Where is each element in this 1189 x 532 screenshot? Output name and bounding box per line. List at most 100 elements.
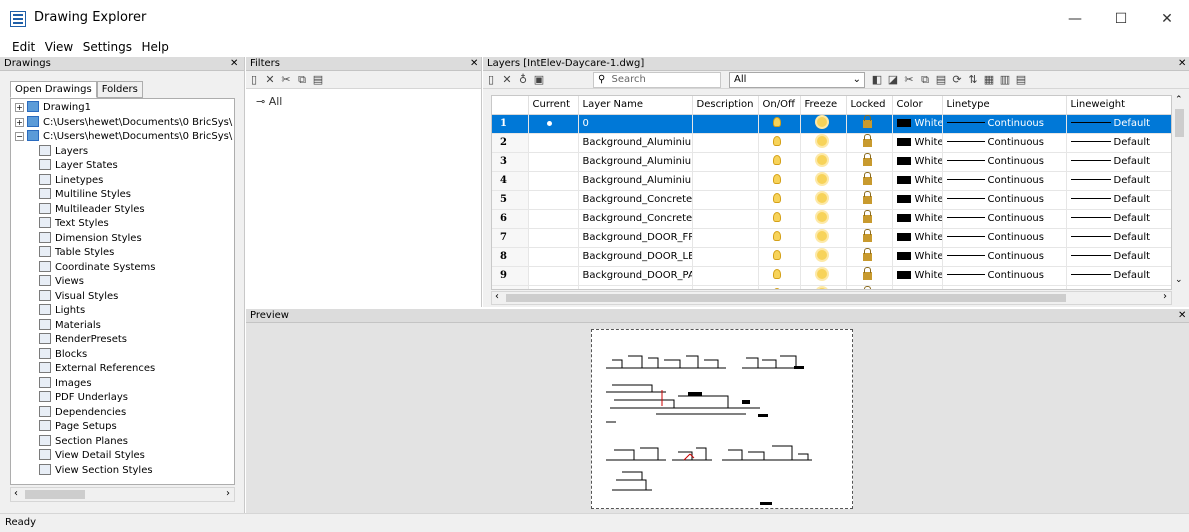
column-header[interactable]: Lineweight [1066,96,1171,115]
expand-icon[interactable]: + [15,117,24,127]
scroll-left-icon[interactable]: ‹ [495,291,499,302]
linetype-cell[interactable]: Continuous [942,133,1067,153]
current-cell[interactable] [528,209,579,229]
lineweight-cell[interactable]: Default [1066,133,1171,153]
freeze-cell[interactable] [800,171,847,191]
linetype-cell[interactable]: Continuous [942,228,1067,248]
locked-cell[interactable] [846,266,893,286]
columns-icon[interactable]: ▥ [998,73,1012,87]
on-off-cell[interactable] [758,152,801,172]
freeze-cell[interactable] [800,266,847,286]
table-row[interactable]: 7 Background_DOOR_FRAME White Continuous Def… [492,228,1171,248]
scroll-thumb[interactable] [506,294,1066,302]
new-filter-icon[interactable]: ▯ [247,73,261,87]
lineweight-cell[interactable]: Default [1066,247,1171,267]
tree-item[interactable]: View Detail Styles [39,449,145,463]
lineweight-cell[interactable]: Default [1066,209,1171,229]
tree-item[interactable]: PDF Underlays [39,391,128,405]
sun-icon[interactable] [816,174,827,184]
lock-icon[interactable] [862,248,872,261]
lock-icon[interactable] [862,229,872,242]
tree-item[interactable]: External References [39,362,155,376]
sun-icon[interactable] [816,117,827,127]
row-number[interactable]: 3 [492,152,529,172]
on-off-cell[interactable] [758,114,801,134]
lightbulb-icon[interactable] [772,212,781,222]
locked-cell[interactable] [846,190,893,210]
tree-item[interactable]: Images [39,376,92,391]
row-number[interactable]: 2 [492,133,529,153]
description-cell[interactable] [692,133,759,153]
column-header[interactable]: Description [692,96,759,115]
lineweight-cell[interactable]: Default [1066,285,1171,289]
color-cell[interactable]: White [892,247,943,267]
color-cell[interactable]: White [892,228,943,248]
column-header[interactable]: Locked [846,96,893,115]
lock-icon[interactable] [862,267,872,280]
description-cell[interactable] [692,285,759,289]
tree-item[interactable]: View Section Styles [39,463,153,478]
sun-icon[interactable] [816,269,827,279]
description-cell[interactable] [692,209,759,229]
lightbulb-icon[interactable] [772,155,781,165]
locked-cell[interactable] [846,285,893,289]
tree-item[interactable]: Page Setups [39,420,117,434]
lightbulb-icon[interactable] [772,193,781,203]
tree-item[interactable]: Table Styles [39,246,114,260]
tab-folders[interactable]: Folders [96,81,143,98]
lock-icon[interactable] [862,153,872,166]
maximize-button[interactable]: ☐ [1098,6,1144,32]
sun-icon[interactable] [816,193,827,203]
locked-cell[interactable] [846,152,893,172]
filter-tree-root[interactable]: ⊸ All [256,95,282,108]
lightbulb-icon[interactable] [772,174,781,184]
table-row[interactable]: 5 Background_Concrete_ Precast White Contin… [492,190,1171,210]
current-cell[interactable] [528,247,579,267]
freeze-cell[interactable] [800,190,847,210]
row-number[interactable]: 6 [492,209,529,229]
column-header[interactable]: Freeze [800,96,847,115]
current-cell[interactable] [528,133,579,153]
menu-settings[interactable]: Settings [80,38,135,56]
scroll-up-icon[interactable]: ⌃ [1175,95,1183,105]
layer-name-cell[interactable]: Background_Concrete_ Precast [578,190,693,210]
locked-cell[interactable] [846,247,893,267]
color-cell[interactable]: White [892,209,943,229]
lineweight-cell[interactable]: Default [1066,228,1171,248]
column-header[interactable]: On/Off [758,96,801,115]
scroll-right-icon[interactable]: › [1163,291,1167,302]
color-cell[interactable]: White [892,285,943,289]
delete-layer-icon[interactable]: ✕ [500,73,514,87]
table-row[interactable]: 10 Background_GLASS White Continuous Default [492,285,1171,289]
lock-icon[interactable] [862,191,872,204]
current-cell[interactable] [528,266,579,286]
on-off-cell[interactable] [758,209,801,229]
column-header[interactable] [492,96,529,115]
current-cell[interactable] [528,171,579,191]
column-header[interactable]: Color [892,96,943,115]
current-cell[interactable] [528,114,579,134]
sun-icon[interactable] [816,250,827,260]
lightbulb-icon[interactable] [772,117,781,127]
scroll-thumb[interactable] [25,490,85,499]
lightbulb-icon[interactable] [772,269,781,279]
tree-item[interactable]: − C:\Users\hewet\Documents\0 BricSys\ [15,130,232,144]
color-cell[interactable]: White [892,114,943,134]
freeze-cell[interactable] [800,114,847,134]
table-row[interactable]: 8 Background_DOOR_LEAF White Continuous Defa… [492,247,1171,267]
linetype-cell[interactable]: Continuous [942,285,1067,289]
tree-item[interactable]: Coordinate Systems [39,260,156,275]
layer-name-cell[interactable]: Background_DOOR_PANEL [578,266,693,286]
description-cell[interactable] [692,171,759,191]
column-header[interactable]: Layer Name [578,96,693,115]
on-off-cell[interactable] [758,190,801,210]
row-number[interactable]: 1 [492,114,529,134]
linetype-cell[interactable]: Continuous [942,190,1067,210]
current-cell[interactable] [528,152,579,172]
description-cell[interactable] [692,152,759,172]
new-layer-icon[interactable]: ▯ [484,73,498,87]
row-number[interactable]: 10 [492,285,529,289]
lightbulb-icon[interactable] [772,288,781,289]
current-cell[interactable] [528,190,579,210]
on-off-cell[interactable] [758,266,801,286]
